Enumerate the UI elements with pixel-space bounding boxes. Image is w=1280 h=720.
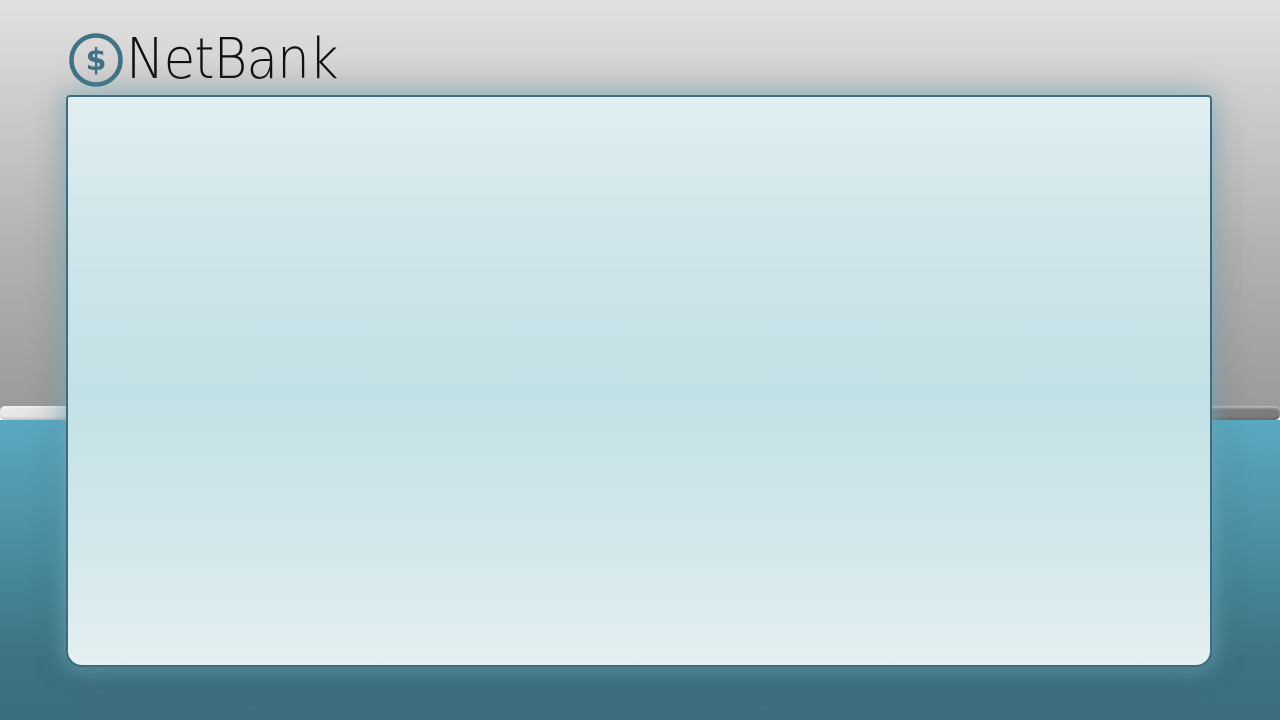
netbank-logo: $ NetBank	[68, 30, 356, 90]
brand-name: NetBank	[126, 27, 339, 92]
main-content-panel	[66, 95, 1212, 667]
dollar-circle-icon: $	[69, 33, 123, 87]
svg-text:$: $	[86, 43, 107, 78]
